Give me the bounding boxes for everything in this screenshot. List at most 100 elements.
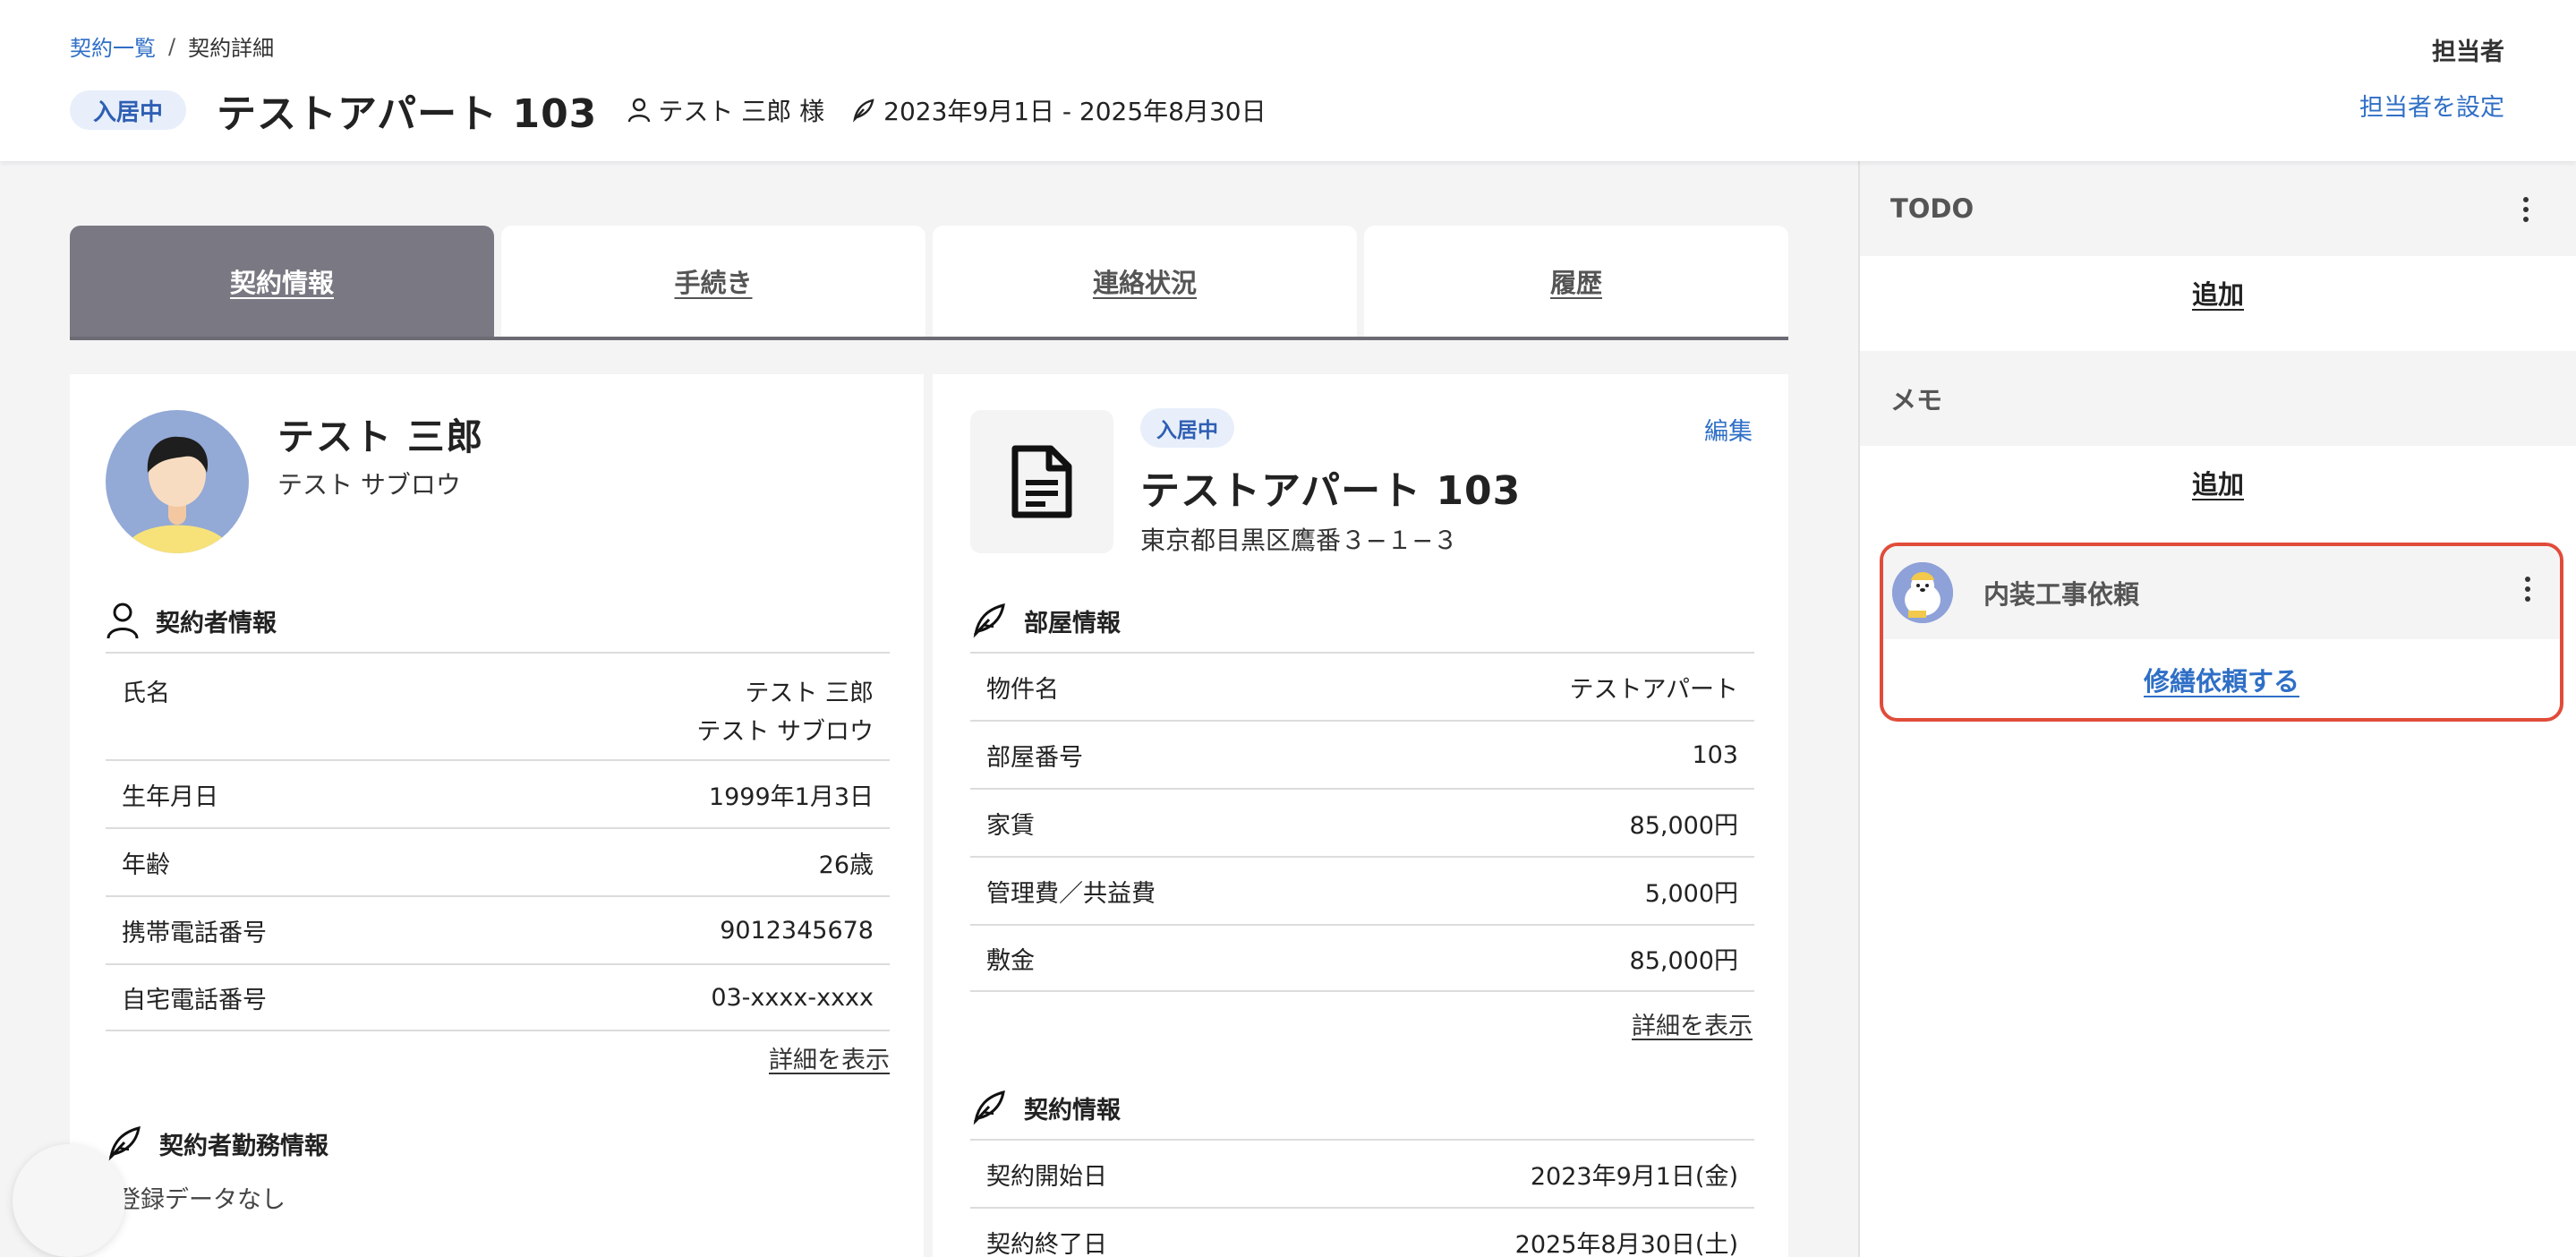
assignee-label: 担当者 [2432, 38, 2504, 66]
property-card: 入居中 テストアパート 103 東京都目黒区鷹番３−１−３ 編集 部屋情報 物件… [933, 374, 1788, 1257]
contractor-detail-link[interactable]: 詳細を表示 [769, 1040, 890, 1075]
contractor-kana: テスト サブロウ [277, 470, 461, 500]
table-row: 生年月日 1999年1月3日 [106, 759, 890, 827]
row-value: 9012345678 [720, 916, 874, 945]
document-icon [1011, 445, 1072, 518]
row-value: 103 [1692, 740, 1738, 769]
row-label: 氏名 [122, 680, 170, 707]
contract-pen-icon [108, 1125, 141, 1161]
contractor-name: テスト 三郎 [277, 415, 485, 458]
row-label: 家賃 [986, 811, 1035, 840]
contract-table: 契約開始日 2023年9月1日(金) 契約終了日 2025年8月30日(土) [970, 1139, 1754, 1257]
todo-title: TODO [1890, 193, 1975, 224]
edit-property-link[interactable]: 編集 [1704, 412, 1753, 447]
table-row: 年齢 26歳 [106, 827, 890, 895]
tab-procedures[interactable]: 手続き [501, 226, 925, 337]
tab-contact-status[interactable]: 連絡状況 [933, 226, 1357, 337]
section-contract-info: 契約情報 [970, 1089, 1121, 1126]
row-label: 生年月日 [122, 782, 218, 811]
row-value: 03-xxxx-xxxx [711, 983, 874, 1012]
person-icon [628, 98, 651, 123]
todo-header: TODO [1860, 161, 2576, 256]
section-room-info: 部屋情報 [970, 602, 1121, 639]
row-label: 管理費／共益費 [986, 879, 1156, 908]
repair-request-link[interactable]: 修繕依頼する [1883, 661, 2560, 698]
contract-period: 2023年9月1日 - 2025年8月30日 [883, 97, 1267, 126]
work-empty-note: 登録データなし [116, 1186, 286, 1214]
kebab-menu-icon[interactable] [2522, 197, 2529, 222]
section-title-text: 部屋情報 [1024, 609, 1121, 637]
tenant-meta: テスト 三郎 様 [627, 92, 824, 128]
table-row: 氏名 テスト 三郎 テスト サブロウ [106, 652, 890, 759]
room-table: 物件名 テストアパート 部屋番号 103 家賃 85,000円 管理費／共益費 … [970, 652, 1754, 992]
row-label: 敷金 [986, 946, 1035, 975]
memo-add-link[interactable]: 追加 [1860, 464, 2576, 501]
task-header: 内装工事依頼 [1883, 546, 2560, 639]
memo-header: メモ [1860, 351, 2576, 446]
status-badge: 入居中 [70, 90, 187, 130]
tab-bar: 契約情報 手続き 連絡状況 履歴 [70, 226, 1788, 340]
floating-action-button[interactable] [13, 1144, 125, 1257]
title-row: 入居中 テストアパート 103 テスト 三郎 様 2023年9月1日 - 202… [70, 86, 1267, 137]
side-panel: TODO 追加 メモ 追加 内装工事依頼 修繕依頼する [1858, 161, 2576, 1257]
row-value: 1999年1月3日 [708, 782, 874, 811]
row-label: 年齢 [122, 851, 170, 879]
task-card-interior-work: 内装工事依頼 修繕依頼する [1880, 543, 2563, 722]
property-status-badge: 入居中 [1140, 408, 1234, 448]
row-label: 携帯電話番号 [122, 919, 267, 947]
row-value: 26歳 [818, 851, 874, 879]
row-label: 物件名 [986, 675, 1059, 704]
row-value: 85,000円 [1629, 811, 1738, 840]
table-row: 契約終了日 2025年8月30日(土) [970, 1207, 1754, 1257]
breadcrumb: 契約一覧 / 契約詳細 [70, 30, 274, 62]
row-value: 2023年9月1日(金) [1530, 1162, 1738, 1191]
kana-value: テスト サブロウ [696, 718, 874, 746]
breadcrumb-contract-list[interactable]: 契約一覧 [70, 30, 156, 62]
section-title-text: 契約情報 [1024, 1096, 1121, 1124]
table-row: 家賃 85,000円 [970, 788, 1754, 856]
main-content: 契約情報 手続き 連絡状況 履歴 テスト 三郎 テスト サブロウ 契約者情報 氏… [70, 161, 1788, 1257]
section-title-text: 契約者情報 [156, 609, 277, 637]
contractor-card: テスト 三郎 テスト サブロウ 契約者情報 氏名 テスト 三郎 テスト サブロウ… [70, 374, 924, 1257]
page-header: 契約一覧 / 契約詳細 入居中 テストアパート 103 テスト 三郎 様 202… [0, 0, 2576, 161]
table-row: 契約開始日 2023年9月1日(金) [970, 1139, 1754, 1207]
contractor-table: 氏名 テスト 三郎 テスト サブロウ 生年月日 1999年1月3日 年齢 26歳… [106, 652, 890, 1031]
row-label: 部屋番号 [986, 743, 1083, 772]
table-row: 部屋番号 103 [970, 720, 1754, 788]
tab-contract-info[interactable]: 契約情報 [70, 226, 494, 337]
person-icon [107, 603, 139, 639]
table-row: 自宅電話番号 03-xxxx-xxxx [106, 963, 890, 1031]
section-work-info: 契約者勤務情報 [106, 1124, 328, 1162]
contract-pen-icon [973, 1090, 1005, 1125]
row-value: テストアパート [1569, 675, 1738, 704]
contract-pen-icon [853, 98, 874, 123]
row-value: 2025年8月30日(土) [1514, 1230, 1738, 1257]
room-detail-link[interactable]: 詳細を表示 [1632, 1006, 1753, 1041]
breadcrumb-separator: / [168, 33, 176, 59]
row-label: 自宅電話番号 [122, 986, 267, 1014]
section-contractor-info: 契約者情報 [106, 602, 277, 639]
row-label: 契約終了日 [986, 1230, 1107, 1257]
table-row: 敷金 85,000円 [970, 924, 1754, 992]
table-row: 管理費／共益費 5,000円 [970, 856, 1754, 924]
breadcrumb-current: 契約詳細 [188, 36, 275, 61]
period-meta: 2023年9月1日 - 2025年8月30日 [851, 92, 1267, 128]
kebab-menu-icon[interactable] [2524, 577, 2531, 602]
document-icon-box [970, 410, 1113, 553]
row-value: テスト 三郎 テスト サブロウ [696, 673, 874, 747]
todo-add-link[interactable]: 追加 [1860, 274, 2576, 312]
row-value: 85,000円 [1629, 946, 1738, 975]
task-avatar [1892, 562, 1953, 623]
table-row: 携帯電話番号 9012345678 [106, 895, 890, 963]
property-name: テストアパート 103 [1140, 468, 1522, 514]
row-value: 5,000円 [1644, 879, 1738, 908]
tenant-name: テスト 三郎 様 [658, 97, 825, 126]
section-title-text: 契約者勤務情報 [159, 1132, 328, 1160]
name-value: テスト 三郎 [745, 680, 874, 707]
tab-history[interactable]: 履歴 [1364, 226, 1788, 337]
task-title: 内装工事依頼 [1983, 579, 2140, 610]
row-label: 契約開始日 [986, 1162, 1107, 1191]
set-assignee-link[interactable]: 担当者を設定 [2359, 88, 2504, 123]
avatar [106, 410, 249, 553]
property-address: 東京都目黒区鷹番３−１−３ [1140, 526, 1458, 555]
